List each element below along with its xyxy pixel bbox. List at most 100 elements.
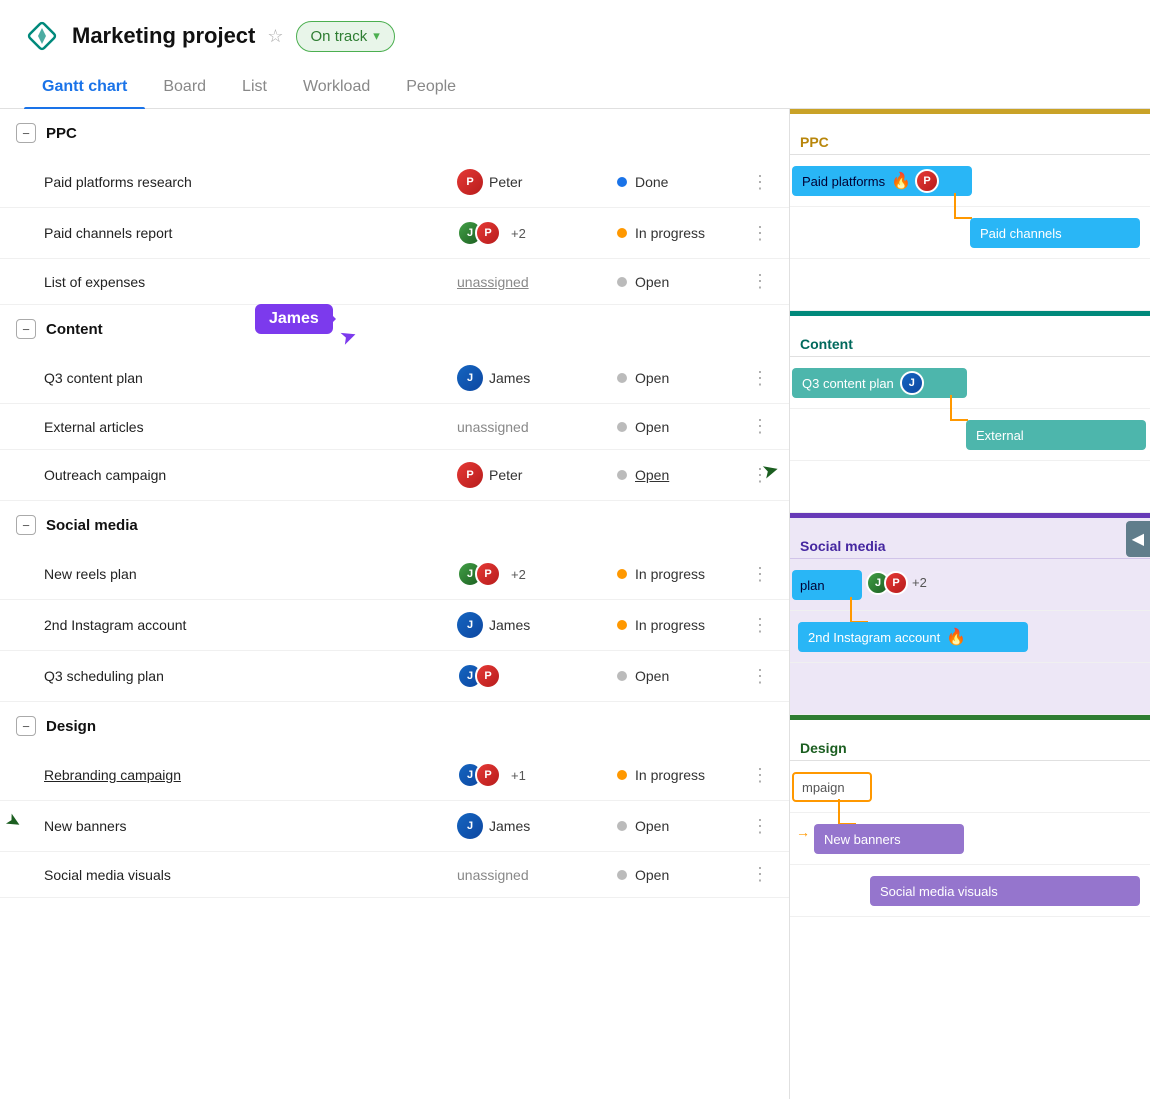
status-dot [617, 373, 627, 383]
status-area: In progress [617, 225, 747, 241]
more-options-button[interactable]: ⋮ [747, 564, 773, 585]
status-area: Open [617, 867, 747, 883]
task-name: Q3 scheduling plan [44, 668, 457, 684]
gantt-social-header: Social media ◀ [790, 513, 1150, 559]
section-ppc-title: PPC [46, 125, 77, 142]
collapse-social-button[interactable]: − [16, 515, 36, 535]
assignee-name: unassigned [457, 419, 529, 435]
gantt-row: 2nd Instagram account 🔥 [790, 611, 1150, 663]
status-label: Open [635, 668, 669, 684]
gantt-bar-paid-channels: Paid channels [970, 218, 1140, 248]
more-options-button[interactable]: ⋮ [747, 864, 773, 885]
app-logo [24, 18, 60, 54]
gantt-bar-social-visuals: Social media visuals [870, 876, 1140, 906]
plus-count: +2 [511, 226, 526, 241]
more-options-button[interactable]: ⋮ [747, 416, 773, 437]
unassigned-link[interactable]: unassigned [457, 274, 529, 290]
assignee-area: J P +2 [457, 220, 617, 246]
collapse-ppc-button[interactable]: − [16, 123, 36, 143]
avatar: P [475, 663, 501, 689]
gantt-bar-paid-platforms: Paid platforms 🔥 P [792, 166, 972, 196]
task-name: Paid platforms research [44, 174, 457, 190]
section-content: − Content [0, 305, 789, 353]
gantt-ppc-bar [790, 109, 1150, 114]
tooltip-james: James [255, 304, 333, 334]
gantt-bar-instagram: 2nd Instagram account 🔥 [798, 622, 1028, 652]
status-dot [617, 277, 627, 287]
more-options-button[interactable]: ⋮ [747, 666, 773, 687]
project-title: Marketing project [72, 23, 255, 49]
status-dot [617, 671, 627, 681]
status-dot [617, 470, 627, 480]
table-row: 2nd Instagram account J James In progres… [0, 600, 789, 651]
status-label: Done [635, 174, 668, 190]
assignee-name: James [489, 370, 530, 386]
more-options-button[interactable]: ⋮ [747, 172, 773, 193]
avatar: J [457, 612, 483, 638]
scroll-left-button[interactable]: ◀ [1126, 521, 1150, 557]
connector [950, 395, 968, 421]
status-area: Open [617, 274, 747, 290]
tab-people[interactable]: People [388, 66, 474, 108]
chevron-down-icon: ▾ [373, 28, 380, 44]
status-dot [617, 770, 627, 780]
status-label: Open [635, 467, 669, 483]
avatar: P [915, 169, 939, 193]
collapse-design-button[interactable]: − [16, 716, 36, 736]
gantt-arrow-new-banners: → [796, 824, 814, 840]
status-label: Open [635, 274, 669, 290]
avatar: J [457, 365, 483, 391]
more-options-button[interactable]: ⋮ [747, 765, 773, 786]
gantt-bar-new-banners: New banners [814, 824, 964, 854]
more-options-button[interactable]: ⋮ [747, 615, 773, 636]
plus-count: +1 [511, 768, 526, 783]
task-name: Paid channels report [44, 225, 457, 241]
tab-workload[interactable]: Workload [285, 66, 388, 108]
status-dot [617, 569, 627, 579]
assignee-name: unassigned [457, 867, 529, 883]
task-name: New reels plan [44, 566, 457, 582]
gantt-design-header: Design [790, 715, 1150, 761]
gantt-row [790, 461, 1150, 513]
assignee-area: J P [457, 663, 617, 689]
star-icon[interactable]: ☆ [267, 26, 283, 47]
status-label: Open [635, 370, 669, 386]
more-options-button[interactable]: ⋮ [747, 368, 773, 389]
task-name: Rebranding campaign [44, 767, 457, 783]
status-badge[interactable]: On track ▾ [296, 21, 395, 52]
tab-gantt-chart[interactable]: Gantt chart [24, 66, 145, 108]
status-area: Open [617, 419, 747, 435]
avatar: P [475, 762, 501, 788]
status-area: In progress [617, 566, 747, 582]
tab-list[interactable]: List [224, 66, 285, 108]
status-dot [617, 422, 627, 432]
assignee-area: P Peter [457, 462, 617, 488]
status-text: On track [311, 28, 368, 45]
status-label: Open [635, 818, 669, 834]
gantt-row: External [790, 409, 1150, 461]
assignee-area: unassigned [457, 419, 617, 435]
avatar: J [900, 371, 924, 395]
table-row: New reels plan J P +2 In progress ⋮ [0, 549, 789, 600]
table-row: Social media visuals unassigned Open ⋮ [0, 852, 789, 898]
more-options-button[interactable]: ⋮ [747, 223, 773, 244]
gantt-section-ppc: PPC [800, 134, 829, 150]
table-row: External articles unassigned Open ⋮ [0, 404, 789, 450]
gantt-content-header: Content [790, 311, 1150, 357]
section-design: − Design [0, 702, 789, 750]
status-dot [617, 228, 627, 238]
arrow-david-icon: ➤ [2, 809, 26, 835]
status-label: Open [635, 867, 669, 883]
gantt-social-bar [790, 513, 1150, 518]
more-options-button[interactable]: ⋮ [747, 271, 773, 292]
assignee-name: Peter [489, 174, 522, 190]
gantt-bar-reels: plan [792, 570, 862, 600]
avatar: P [475, 561, 501, 587]
collapse-content-button[interactable]: − [16, 319, 36, 339]
more-options-button[interactable]: ⋮ [747, 816, 773, 837]
fire-icon: 🔥 [891, 171, 911, 191]
assignee-area: J P +1 [457, 762, 617, 788]
task-list: James ➤ − PPC Paid platforms research P … [0, 109, 790, 1099]
header: Marketing project ☆ On track ▾ [0, 0, 1150, 66]
tab-board[interactable]: Board [145, 66, 224, 108]
